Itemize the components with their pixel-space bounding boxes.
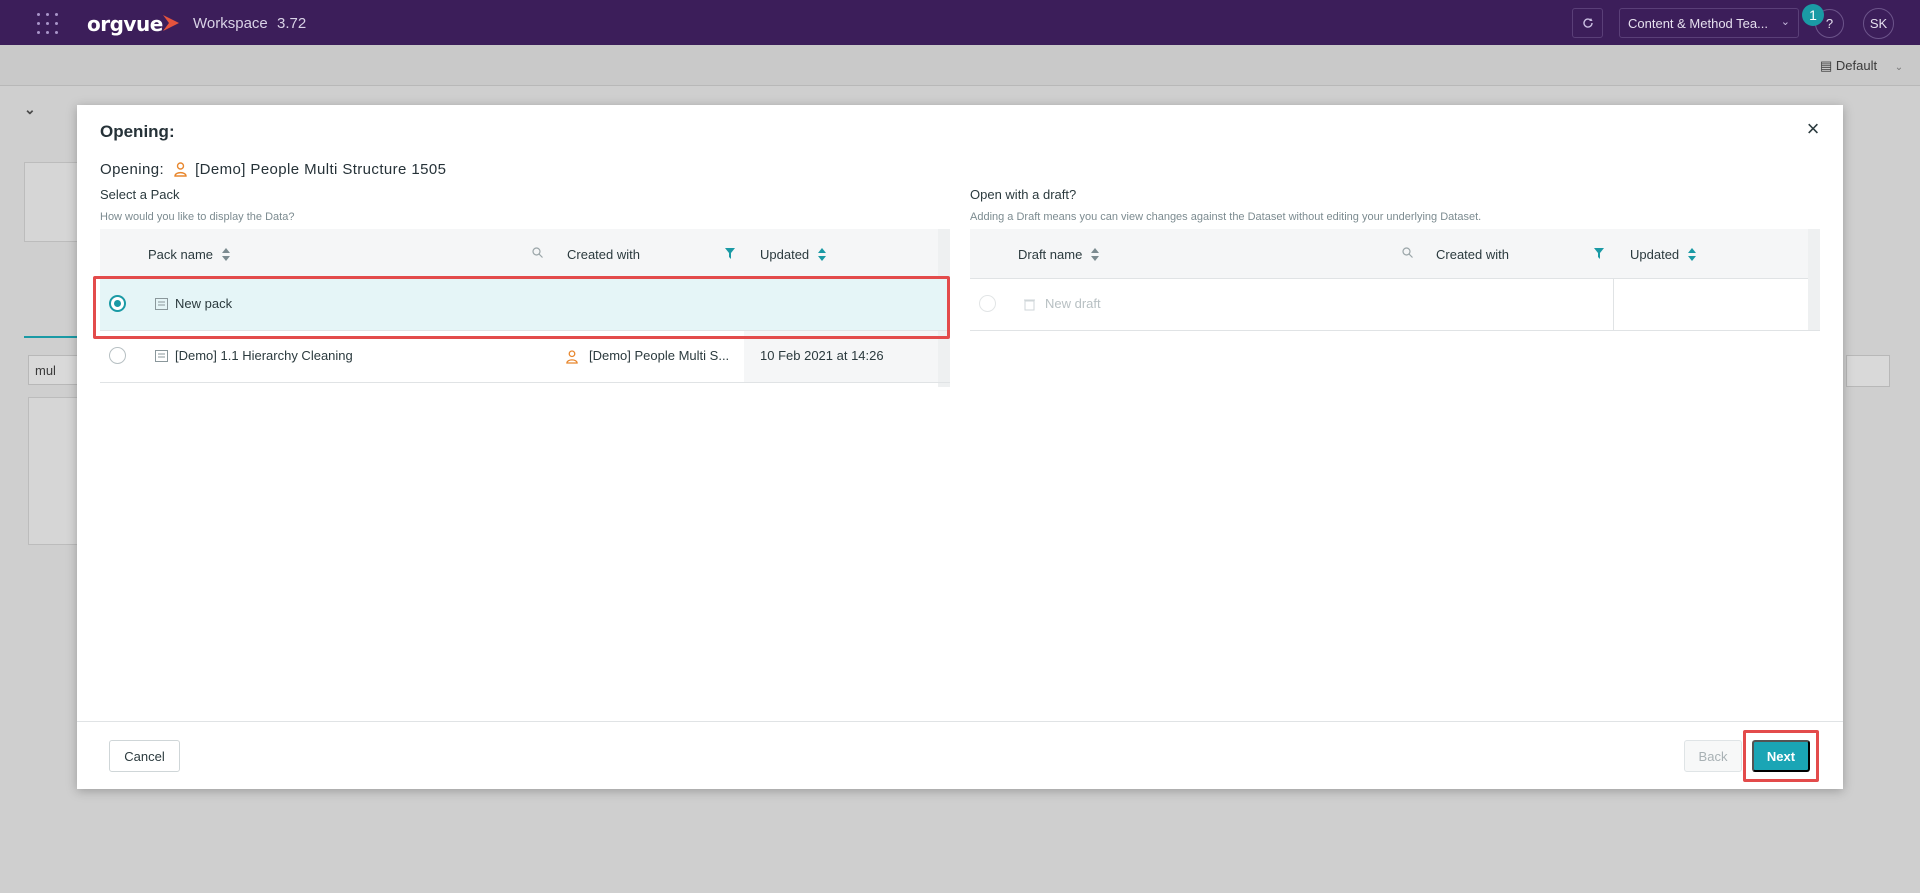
- pack-name-header: Pack name: [148, 247, 214, 262]
- draft-name-header: Draft name: [1018, 247, 1083, 262]
- pack-icon: [155, 350, 168, 362]
- draft-table-header: Draft name Created with Updated: [970, 229, 1820, 279]
- radio-new-draft: [979, 295, 996, 312]
- list-view-toggle[interactable]: [1846, 355, 1890, 387]
- pack-table: Pack name Created with Updated New pack …: [100, 229, 950, 387]
- sort-icon[interactable]: [817, 248, 826, 261]
- radio-hierarchy-cleaning[interactable]: [109, 347, 126, 364]
- sub-toolbar: [0, 45, 1920, 86]
- orgvue-logo[interactable]: orgvue: [87, 12, 163, 36]
- close-icon[interactable]: ×: [1803, 118, 1823, 140]
- sort-icon[interactable]: [1090, 248, 1099, 261]
- person-icon: [566, 350, 578, 364]
- filter-icon[interactable]: [725, 248, 735, 259]
- updated-header: Updated: [1630, 247, 1680, 262]
- view-select-value: Default: [1835, 58, 1878, 73]
- pack-section-subtitle: How would you like to display the Data?: [100, 211, 295, 223]
- pack-name-cell: [Demo] 1.1 Hierarchy Cleaning: [175, 348, 353, 363]
- dialog-footer: Cancel Back Next: [77, 721, 1843, 789]
- opening-label: Opening:: [100, 161, 165, 178]
- back-button[interactable]: Back: [1684, 740, 1742, 772]
- person-icon: [174, 162, 187, 177]
- pack-name-column[interactable]: Pack name: [148, 229, 230, 279]
- team-select-value: Content & Method Tea...: [1628, 16, 1768, 31]
- column-divider: [1613, 279, 1614, 330]
- created-with-column[interactable]: Created with: [567, 229, 640, 279]
- table-row-new-pack[interactable]: New pack: [100, 279, 950, 331]
- created-with-column[interactable]: Created with: [1436, 229, 1509, 279]
- updated-column[interactable]: Updated: [1630, 229, 1696, 279]
- draft-section-title: Open with a draft?: [970, 187, 1077, 202]
- app-title: Workspace: [193, 15, 268, 32]
- top-bar: orgvue Workspace 3.72 Content & Method T…: [0, 0, 1920, 45]
- layout-icon: ▤: [1820, 58, 1833, 73]
- draft-name-column[interactable]: Draft name: [1018, 229, 1099, 279]
- pack-name-cell: New pack: [175, 296, 233, 311]
- chevron-down-icon: ⌄: [1894, 62, 1904, 73]
- notification-badge[interactable]: 1: [1802, 4, 1824, 26]
- app-version: 3.72: [277, 15, 307, 32]
- updated-header: Updated: [760, 247, 810, 262]
- pack-section-title: Select a Pack: [100, 187, 180, 202]
- draft-section-subtitle: Adding a Draft means you can view change…: [970, 211, 1482, 223]
- opening-dataset: Opening: [Demo] People Multi Structure 1…: [100, 161, 446, 178]
- updated-column[interactable]: Updated: [760, 229, 826, 279]
- opening-dialog: Opening: × Opening: [Demo] People Multi …: [77, 105, 1843, 789]
- pack-icon: [155, 298, 168, 310]
- background-tab[interactable]: [24, 300, 78, 338]
- filter-icon[interactable]: [1594, 248, 1604, 259]
- draft-icon: [1024, 299, 1035, 311]
- sort-icon[interactable]: [1687, 248, 1696, 261]
- created-with-cell: [Demo] People Multi S...: [589, 348, 730, 363]
- radio-new-pack[interactable]: [109, 295, 126, 312]
- pack-table-header: Pack name Created with Updated: [100, 229, 950, 279]
- table-row-hierarchy-cleaning[interactable]: [Demo] 1.1 Hierarchy Cleaning [Demo] Peo…: [100, 331, 950, 383]
- view-select[interactable]: ▤ Default ⌄: [1820, 58, 1903, 74]
- refresh-icon: [1582, 18, 1593, 28]
- updated-cell: 10 Feb 2021 at 14:26: [760, 348, 884, 363]
- table-row-new-draft: New draft: [970, 279, 1820, 331]
- team-select[interactable]: Content & Method Tea... ⌄: [1619, 8, 1799, 38]
- dataset-name: [Demo] People Multi Structure 1505: [195, 161, 447, 178]
- dialog-title: Opening:: [100, 122, 175, 141]
- collapse-chevron-icon[interactable]: ⌄: [24, 101, 36, 118]
- cancel-button[interactable]: Cancel: [109, 740, 180, 772]
- chevron-down-icon: ⌄: [1780, 16, 1790, 28]
- next-button[interactable]: Next: [1752, 740, 1810, 772]
- logo-mark-icon: [163, 15, 179, 31]
- draft-table: Draft name Created with Updated New draf…: [970, 229, 1820, 335]
- sync-button[interactable]: [1572, 8, 1603, 38]
- avatar[interactable]: SK: [1863, 8, 1894, 39]
- sort-icon[interactable]: [221, 248, 230, 261]
- search-icon[interactable]: [1402, 247, 1413, 258]
- apps-grid-icon[interactable]: [37, 13, 58, 34]
- background-card: [24, 162, 84, 242]
- draft-name-cell: New draft: [1045, 296, 1101, 311]
- search-icon[interactable]: [532, 247, 543, 258]
